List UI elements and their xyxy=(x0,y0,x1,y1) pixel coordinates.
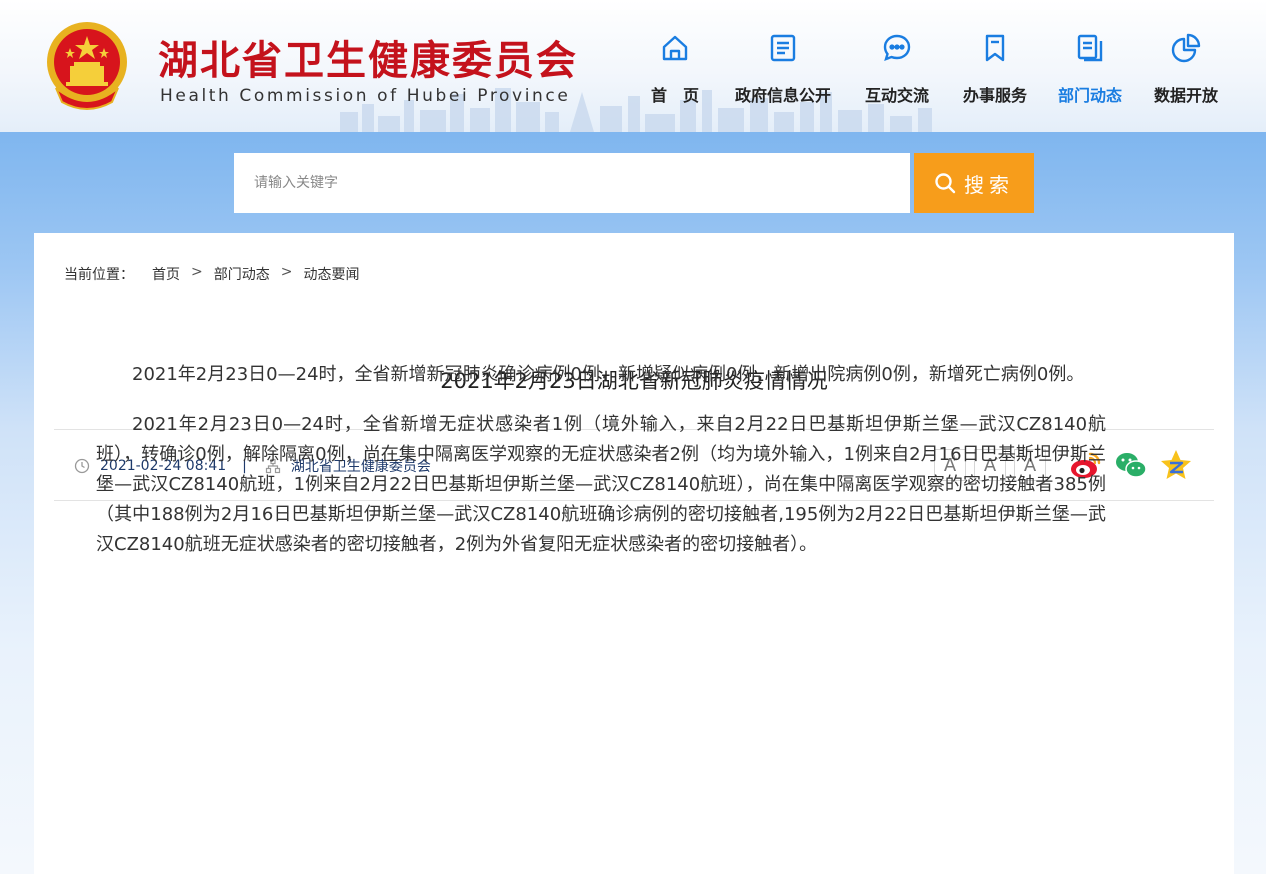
breadcrumb-item-dept-news[interactable]: 部门动态 xyxy=(214,264,270,284)
breadcrumb-separator: > xyxy=(191,264,203,280)
nav-label: 办事服务 xyxy=(962,86,1027,105)
article-paragraph: 2021年2月23日0—24时，全省新增无症状感染者1例（境外输入，来自2月22… xyxy=(96,414,1106,555)
breadcrumb: 当前位置： 首页 > 部门动态 > 动态要闻 xyxy=(64,264,359,284)
site-subtitle: Health Commission of Hubei Province xyxy=(160,86,571,106)
bookmark-icon xyxy=(985,34,1005,62)
nav-item-home[interactable]: 首 页 xyxy=(630,28,720,118)
search-button-label: 搜索 xyxy=(964,172,1014,197)
pie-chart-icon xyxy=(1171,33,1201,63)
breadcrumb-separator: > xyxy=(280,264,293,280)
search-button[interactable]: 搜索 xyxy=(914,153,1034,213)
nav-item-interaction[interactable]: 互动交流 xyxy=(846,28,948,118)
nav-item-services[interactable]: 办事服务 xyxy=(948,28,1042,118)
breadcrumb-label: 当前位置： xyxy=(64,267,134,283)
news-copy-icon xyxy=(1077,34,1103,62)
search-input[interactable] xyxy=(234,153,910,213)
breadcrumb-item-home[interactable]: 首页 xyxy=(152,264,180,284)
nav-label: 数据开放 xyxy=(1153,86,1218,105)
breadcrumb-item-news-highlights[interactable]: 动态要闻 xyxy=(303,264,359,284)
qzone-icon[interactable] xyxy=(1158,447,1194,483)
main-nav: 首 页 政府信息公开 互动交流 办事服务 部门动态 数据开放 xyxy=(630,28,1234,118)
site-header: 湖北省卫生健康委员会 Health Commission of Hubei Pr… xyxy=(0,0,1266,132)
article-paragraph: 2021年2月23日0—24时，全省新增新冠肺炎确诊病例0例，新增疑似病例0例，… xyxy=(132,364,1085,385)
wechat-icon[interactable] xyxy=(1113,447,1149,483)
national-emblem-logo xyxy=(47,22,127,110)
site-title: 湖北省卫生健康委员会 xyxy=(158,37,578,84)
nav-label: 政府信息公开 xyxy=(734,86,831,105)
document-list-icon xyxy=(770,34,796,62)
nav-label: 首 页 xyxy=(650,86,699,105)
chat-bubble-icon xyxy=(883,34,911,61)
nav-item-gov-info[interactable]: 政府信息公开 xyxy=(720,28,846,118)
home-icon xyxy=(662,35,688,61)
article-body: 2021年2月23日0—24时，全省新增新冠肺炎确诊病例0例，新增疑似病例0例，… xyxy=(96,360,1106,580)
search-icon xyxy=(935,173,956,194)
nav-item-open-data[interactable]: 数据开放 xyxy=(1138,28,1234,118)
clock-icon xyxy=(74,458,90,474)
nav-label: 互动交流 xyxy=(864,86,929,105)
nav-label: 部门动态 xyxy=(1057,86,1122,105)
nav-item-dept-news[interactable]: 部门动态 xyxy=(1042,28,1138,118)
